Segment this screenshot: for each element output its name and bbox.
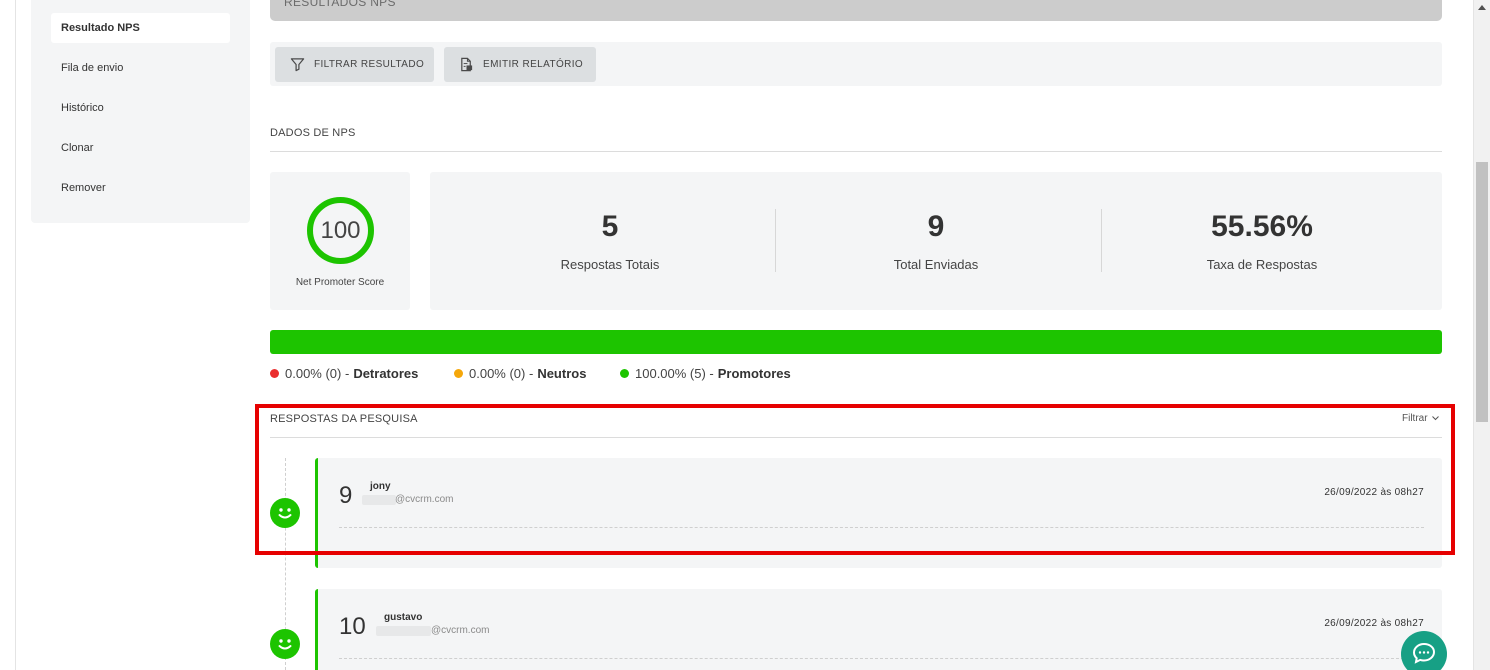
respondent-name: jony <box>370 481 391 492</box>
divider <box>270 437 1442 438</box>
issue-report-button[interactable]: EMITIR RELATÓRIO <box>444 47 596 82</box>
response-score: 9 <box>339 482 353 509</box>
smile-icon <box>270 498 300 528</box>
chat-bubble-icon <box>1412 642 1436 664</box>
stat-total-sent: 9 Total Enviadas <box>773 172 1099 310</box>
nps-score-label: Net Promoter Score <box>295 277 385 288</box>
legend-value: 0.00% (0) - <box>285 366 350 381</box>
stat-response-rate: 55.56% Taxa de Respostas <box>1099 172 1425 310</box>
nps-score-value: 100 <box>320 216 361 244</box>
issue-report-label: EMITIR RELATÓRIO <box>483 59 584 70</box>
respondent-email: @cvcrm.com <box>431 625 490 636</box>
detractors-dot-icon <box>270 369 279 378</box>
scrollbar[interactable] <box>1473 0 1490 670</box>
report-icon <box>461 57 473 72</box>
stats-card: 5 Respostas Totais 9 Total Enviadas 55.5… <box>430 172 1442 310</box>
legend-detractors: 0.00% (0) - Detratores <box>270 366 418 381</box>
sidebar-item-clonar[interactable]: Clonar <box>51 133 230 163</box>
filter-results-button[interactable]: FILTRAR RESULTADO <box>275 47 434 82</box>
filter-results-label: FILTRAR RESULTADO <box>314 59 425 70</box>
stat-value: 55.56% <box>1211 210 1313 243</box>
survey-responses-title: RESPOSTAS DA PESQUISA <box>270 413 418 425</box>
legend-label: Promotores <box>717 366 791 381</box>
response-card[interactable]: 9 jony @cvcrm.com 26/09/2022 às 08h27 <box>315 458 1442 568</box>
promoters-dot-icon <box>620 369 629 378</box>
stat-label: Total Enviadas <box>893 257 979 272</box>
chat-button[interactable] <box>1401 631 1447 670</box>
response-score: 10 <box>339 613 366 640</box>
legend-label: Detratores <box>353 366 419 381</box>
chevron-down-icon <box>1432 416 1440 421</box>
legend-promoters: 100.00% (5) - Promotores <box>620 366 791 381</box>
nps-score-card: 100 Net Promoter Score <box>270 172 410 310</box>
stat-value: 9 <box>927 210 945 243</box>
respondent-name: gustavo <box>384 612 423 623</box>
promoters-progress-bar <box>270 330 1442 354</box>
nps-data-title: DADOS DE NPS <box>270 127 356 139</box>
stat-label: Taxa de Respostas <box>1206 257 1318 272</box>
card-divider <box>339 658 1424 659</box>
response-date: 26/09/2022 às 08h27 <box>1324 487 1424 498</box>
smile-icon <box>270 629 300 659</box>
sidebar-item-historico[interactable]: Histórico <box>51 93 230 123</box>
action-toolbar: FILTRAR RESULTADO EMITIR RELATÓRIO <box>270 42 1442 86</box>
stat-total-responses: 5 Respostas Totais <box>447 172 773 310</box>
legend-value: 100.00% (5) - <box>635 366 714 381</box>
sidebar-item-fila-de-envio[interactable]: Fila de envio <box>51 53 230 83</box>
funnel-icon <box>290 58 305 72</box>
nps-score-ring: 100 <box>307 197 374 264</box>
neutrals-dot-icon <box>454 369 463 378</box>
legend-neutrals: 0.00% (0) - Neutros <box>454 366 586 381</box>
stat-label: Respostas Totais <box>560 257 660 272</box>
response-card[interactable]: 10 gustavo @cvcrm.com 26/09/2022 às 08h2… <box>315 589 1442 670</box>
scroll-up-arrow-icon[interactable] <box>1478 5 1486 10</box>
left-gutter <box>0 0 16 670</box>
card-divider <box>339 527 1424 528</box>
filter-dropdown[interactable]: Filtrar <box>1402 413 1440 424</box>
response-date: 26/09/2022 às 08h27 <box>1324 618 1424 629</box>
redacted-email <box>362 495 396 505</box>
scroll-thumb[interactable] <box>1476 162 1488 422</box>
redacted-email <box>376 626 431 636</box>
legend-label: Neutros <box>537 366 587 381</box>
divider <box>270 151 1442 152</box>
respondent-email: @cvcrm.com <box>395 494 454 505</box>
banner-title: RESULTADOS NPS <box>284 0 396 9</box>
sidebar: Resultado NPS Fila de envio Histórico Cl… <box>31 0 250 223</box>
sidebar-item-remover[interactable]: Remover <box>51 173 230 203</box>
results-banner: RESULTADOS NPS <box>270 0 1442 21</box>
legend-value: 0.00% (0) - <box>469 366 534 381</box>
sidebar-item-resultado-nps[interactable]: Resultado NPS <box>51 13 230 43</box>
stat-value: 5 <box>601 210 619 243</box>
filter-label: Filtrar <box>1402 413 1428 424</box>
